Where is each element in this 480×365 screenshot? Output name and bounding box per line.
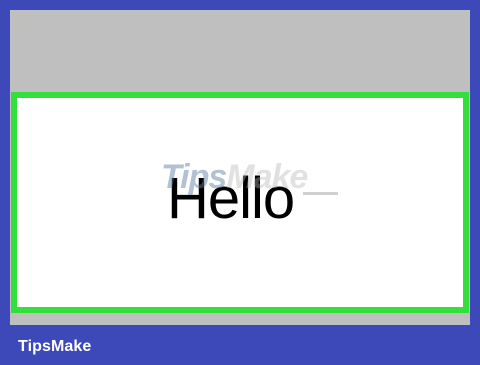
watermark-dash bbox=[303, 192, 338, 195]
screenshot-frame: Hello TipsMake TipsMake bbox=[0, 0, 480, 365]
hello-text: Hello bbox=[167, 166, 295, 231]
text-selection-area[interactable]: Hello TipsMake bbox=[11, 92, 469, 313]
brand-label: TipsMake bbox=[18, 338, 92, 355]
